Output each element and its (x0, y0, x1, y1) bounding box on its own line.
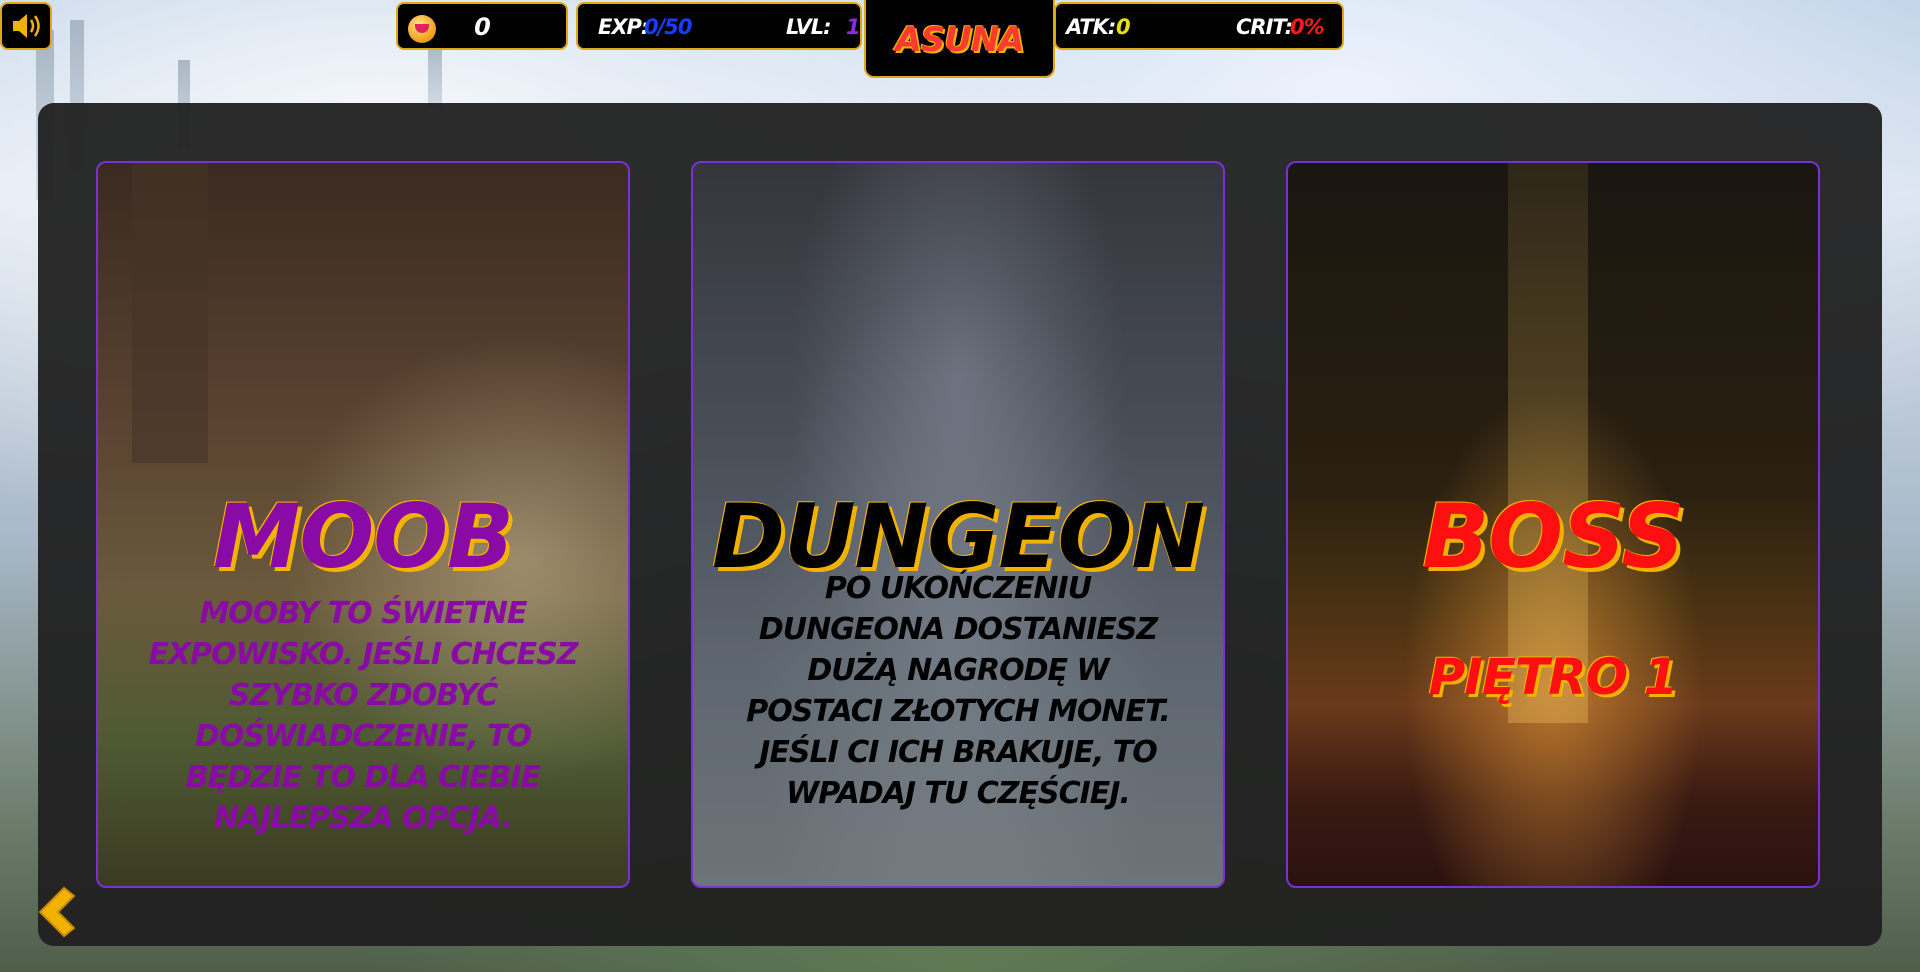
exp-level-bar: EXP: 0/50 LVL: 1 (576, 2, 862, 50)
crit-label: CRIT: (1236, 15, 1293, 39)
moob-description: MOOBY TO ŚWIETNE EXPOWISKO. JEŚLI CHCESZ… (148, 596, 579, 836)
atk-label: ATK: (1066, 15, 1116, 39)
lvl-label: LVL: (786, 15, 832, 39)
chevron-left-icon (38, 886, 76, 938)
atk-value: 0 (1116, 15, 1131, 39)
exp-label: EXP: (598, 15, 649, 39)
dungeon-card[interactable]: DUNGEON PO UKOŃCZENIU DUNGEONA DOSTANIES… (691, 161, 1225, 888)
background-tower (428, 40, 442, 110)
back-button[interactable] (34, 884, 84, 940)
atk-crit-bar: ATK: 0 CRIT: 0% (1054, 2, 1344, 50)
boss-title: BOSS (1422, 485, 1685, 588)
boss-floor-label: PIĘTRO 1 (1428, 648, 1679, 706)
moob-title: MOOB (212, 485, 514, 588)
exp-value: 0/50 (644, 15, 693, 39)
lvl-value: 1 (846, 15, 861, 39)
moob-card[interactable]: MOOB MOOBY TO ŚWIETNE EXPOWISKO. JEŚLI C… (96, 161, 630, 888)
dungeon-description: PO UKOŃCZENIU DUNGEONA DOSTANIESZ DUŻĄ N… (746, 571, 1171, 811)
coin-counter: 0 (396, 2, 568, 50)
crit-value: 0% (1290, 15, 1325, 39)
speaker-icon (13, 14, 40, 38)
sound-toggle-button[interactable] (0, 2, 52, 50)
player-name: ASUNA (895, 20, 1024, 60)
coin-count: 0 (474, 13, 491, 41)
boss-card[interactable]: BOSS PIĘTRO 1 (1286, 161, 1820, 888)
player-name-plate: ASUNA (864, 0, 1055, 78)
